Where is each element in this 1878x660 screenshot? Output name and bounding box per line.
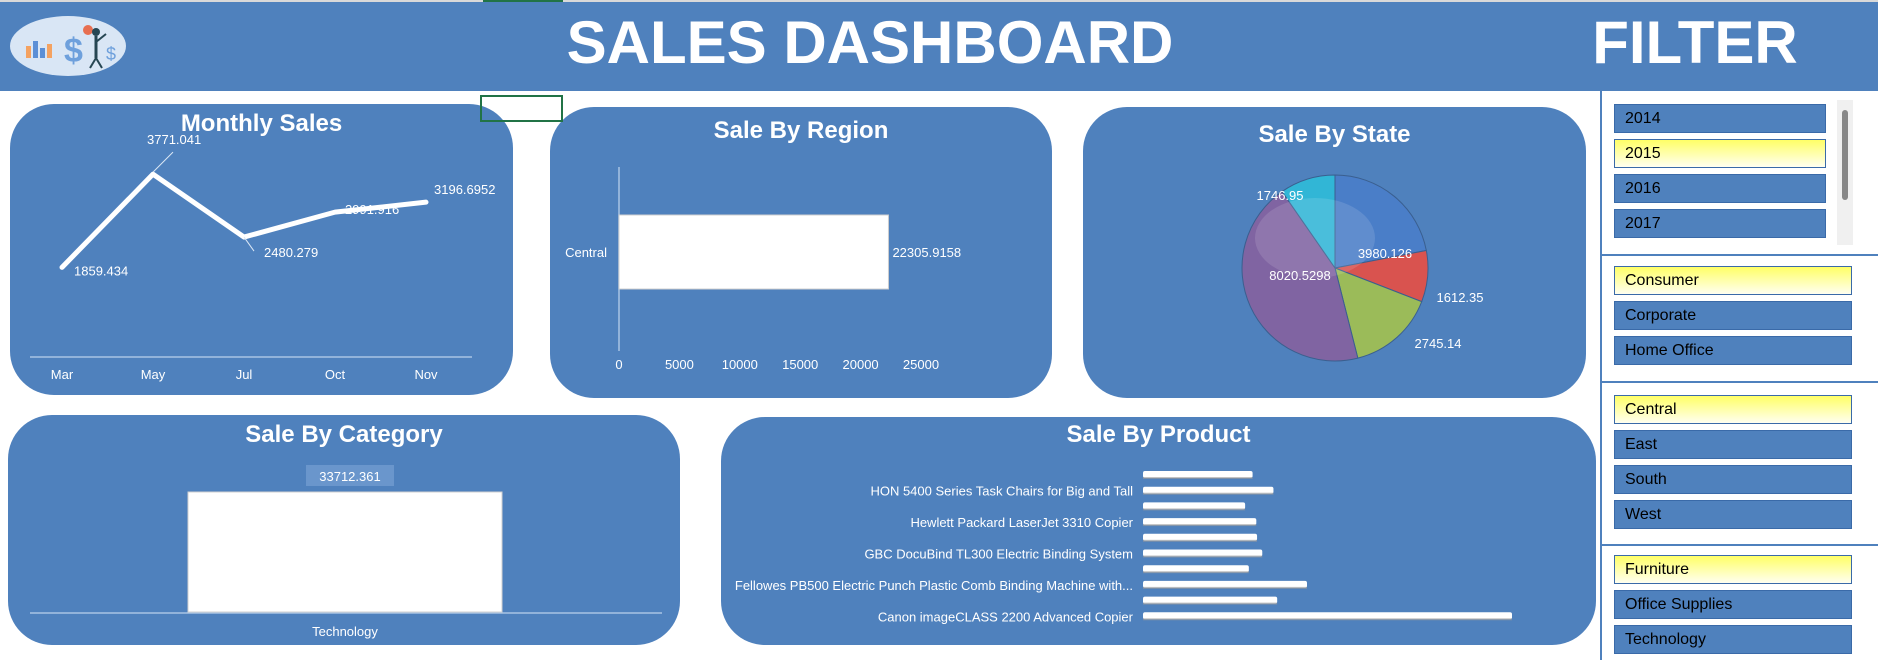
sales-logo-icon: $ $ (10, 16, 126, 76)
segment-filter-home-office[interactable]: Home Office (1614, 336, 1852, 365)
x-tick-label: 10000 (722, 357, 758, 372)
year-slicer-scrollbar[interactable] (1837, 100, 1853, 245)
sale-by-region-card[interactable]: Sale By Region Central 22305.9158 0 5000 100… (550, 107, 1052, 398)
monthly-sales-card[interactable]: Monthly Sales Mar May Jul Oct Nov 1859.434 377… (10, 104, 513, 395)
data-label: 1859.434 (74, 263, 128, 278)
region-slicer: Central East South West (1602, 383, 1878, 546)
product-bar-shadow (1143, 539, 1258, 542)
dashboard-title: SALES DASHBOARD (566, 9, 1174, 76)
category-filter-furniture[interactable]: Furniture (1614, 555, 1852, 584)
year-filter-2017[interactable]: 2017 (1614, 209, 1826, 238)
leader-line (243, 236, 255, 252)
category-label: Technology (312, 624, 378, 639)
product-bar-shadow (1143, 571, 1249, 574)
region-filter-east[interactable]: East (1614, 430, 1852, 459)
year-filter-2015[interactable]: 2015 (1614, 139, 1826, 168)
x-tick-label: 0 (615, 357, 622, 372)
filter-title: FILTER (1592, 9, 1798, 76)
year-filter-2016[interactable]: 2016 (1614, 174, 1826, 203)
category-filter-office-supplies[interactable]: Office Supplies (1614, 590, 1852, 619)
data-label: 1612.35 (1437, 290, 1484, 305)
leader-line (152, 151, 174, 173)
product-bar (1143, 596, 1278, 604)
x-tick-label: Mar (51, 367, 74, 382)
product-bar (1143, 549, 1263, 557)
sale-by-product-card[interactable]: Sale By Product HON 5400 Series Task Cha… (721, 417, 1596, 645)
monthly-sales-line (59, 171, 429, 270)
product-label: Fellowes PB500 Electric Punch Plastic Co… (735, 578, 1133, 593)
sale-by-product-chart: HON 5400 Series Task Chairs for Big and … (735, 471, 1512, 624)
segment-slicer: Consumer Corporate Home Office (1602, 256, 1878, 383)
bar-central (618, 214, 889, 290)
data-label: 2745.14 (1415, 336, 1462, 351)
sale-by-state-card[interactable]: Sale By State 3980.126 1612.35 2745.14 8020… (1083, 107, 1586, 398)
product-bar (1143, 471, 1253, 478)
product-bar (1143, 533, 1258, 541)
sale-by-region-chart: Central 22305.9158 0 5000 10000 15000 20000 250… (565, 167, 961, 372)
data-point (60, 265, 64, 270)
data-label: 8020.5298 (1269, 268, 1330, 283)
data-label: 3771.041 (147, 132, 201, 147)
data-label: 2991.916 (345, 202, 399, 217)
data-point (333, 210, 337, 215)
dashboard-root: $ $ SALES DASHBOARD FILTER Monthly Sales… (0, 0, 1878, 660)
x-tick-label: May (141, 367, 166, 382)
data-label: 33712.361 (319, 469, 380, 484)
product-bar-shadow (1143, 524, 1257, 527)
product-bar-shadow (1143, 492, 1274, 495)
region-filter-west[interactable]: West (1614, 500, 1852, 529)
scrollbar-thumb[interactable] (1842, 110, 1848, 200)
product-bar (1143, 518, 1257, 526)
product-bar-shadow (1143, 602, 1278, 605)
x-tick-label: 20000 (843, 357, 879, 372)
product-label: HON 5400 Series Task Chairs for Big and … (870, 484, 1133, 499)
region-filter-central[interactable]: Central (1614, 395, 1852, 424)
x-tick-label: Jul (236, 367, 253, 382)
data-label: 2480.279 (264, 245, 318, 260)
excel-gridline (0, 0, 1878, 2)
year-filter-2014[interactable]: 2014 (1614, 104, 1826, 133)
x-tick-label: Nov (414, 367, 438, 382)
product-bar-shadow (1143, 618, 1512, 621)
x-tick-label: 15000 (782, 357, 818, 372)
bar-technology (187, 491, 503, 613)
selected-cell[interactable] (480, 95, 563, 122)
pie-highlight (1255, 198, 1375, 278)
x-tick-label: Oct (325, 367, 346, 382)
data-label: 22305.9158 (892, 245, 961, 260)
sale-by-state-chart: 3980.126 1612.35 2745.14 8020.5298 1746.95 (1241, 174, 1484, 362)
category-filter-technology[interactable]: Technology (1614, 625, 1852, 654)
product-bar-shadow (1143, 508, 1246, 511)
product-bar-shadow (1143, 586, 1307, 589)
product-bar-shadow (1143, 477, 1253, 479)
product-label: Canon imageCLASS 2200 Advanced Copier (878, 609, 1134, 624)
svg-text:$: $ (64, 32, 83, 70)
product-bar-shadow (1143, 555, 1263, 558)
category-label: Central (565, 245, 607, 260)
x-tick-label: 25000 (903, 357, 939, 372)
region-filter-south[interactable]: South (1614, 465, 1852, 494)
data-point (151, 172, 155, 177)
product-label: GBC DocuBind TL300 Electric Binding Syst… (864, 547, 1133, 562)
data-label: 1746.95 (1257, 188, 1304, 203)
product-bar (1143, 502, 1246, 510)
product-label: Hewlett Packard LaserJet 3310 Copier (910, 515, 1133, 530)
excel-active-column (483, 0, 563, 2)
x-tick-label: 5000 (665, 357, 694, 372)
segment-filter-consumer[interactable]: Consumer (1614, 266, 1852, 295)
data-point (424, 200, 428, 205)
product-bar (1143, 580, 1307, 588)
sale-by-category-card[interactable]: Sale By Category 33712.361 Technology (8, 415, 680, 645)
monthly-sales-chart: Mar May Jul Oct Nov 1859.434 3771.041 2480.279 2… (30, 132, 495, 382)
product-bar (1143, 612, 1512, 620)
product-bar (1143, 486, 1274, 494)
product-bar (1143, 565, 1249, 573)
data-label: 3980.126 (1358, 246, 1412, 261)
category-slicer: Furniture Office Supplies Technology (1602, 546, 1878, 660)
svg-text:$: $ (106, 44, 116, 64)
data-label: 3196.6952 (434, 182, 495, 197)
sale-by-category-chart: 33712.361 Technology (30, 465, 662, 639)
segment-filter-corporate[interactable]: Corporate (1614, 301, 1852, 330)
